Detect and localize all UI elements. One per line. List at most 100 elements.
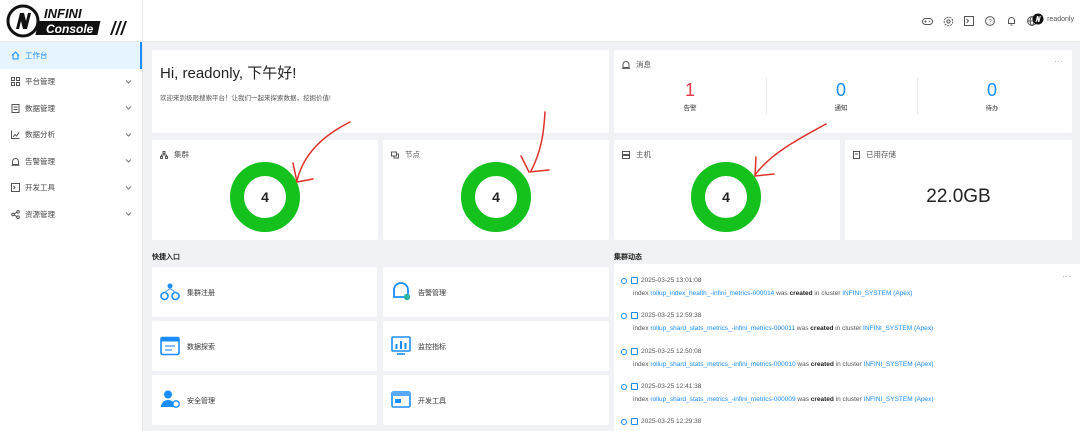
messages-title: 消息 (636, 60, 651, 69)
host-title: 主机 (636, 150, 651, 159)
sidebar-item-analysis[interactable]: 数据分析 (0, 122, 142, 149)
quick-label: 告警管理 (418, 290, 446, 297)
quick-label: 安全管理 (187, 398, 215, 405)
storage-header: 已用存储 (853, 149, 896, 160)
activity-time: 2025-03-25 12:41:38 (641, 383, 702, 390)
greeting-subtitle: 欢迎来到极限搜索平台！让我们一起来探索数据，挖掘价值! (160, 95, 331, 102)
node-header: 节点 (391, 149, 420, 160)
activity-item: 2025-03-25 13:01:08 index rollup_index_h… (614, 275, 1080, 311)
activity-mid: was (795, 361, 811, 368)
chevron-down-icon (125, 159, 132, 163)
alert-management-icon (393, 282, 411, 301)
quick-cluster-register[interactable]: 集群注册 (152, 267, 377, 317)
quick-security-management[interactable]: 安全管理 (152, 375, 377, 425)
message-todo[interactable]: 0 待办 (917, 80, 1067, 112)
bell-icon[interactable] (1005, 15, 1017, 27)
host-card[interactable]: 主机 4 (614, 140, 840, 240)
message-todo-count: 0 (986, 80, 997, 100)
host-icon (622, 150, 630, 159)
quick-alert-management[interactable]: 告警管理 (383, 267, 609, 317)
activity-text: index rollup_shard_stats_metrics_-infini… (633, 325, 933, 332)
activity-action: created (810, 325, 834, 332)
timeline-dot (621, 384, 627, 390)
quick-dev-tools[interactable]: 开发工具 (383, 375, 609, 425)
cluster-link[interactable]: INFINI_SYSTEM (Apex) (863, 325, 933, 332)
cluster-icon (160, 150, 168, 159)
quick-entry-title: 快捷入口 (152, 254, 180, 261)
event-icon (631, 348, 638, 355)
cluster-count-ring: 4 (230, 162, 300, 232)
cluster-link[interactable]: INFINI_SYSTEM (Apex) (864, 361, 934, 368)
gamepad-icon[interactable] (921, 15, 933, 27)
sidebar-item-label: 平台管理 (25, 77, 55, 87)
quick-label: 开发工具 (418, 398, 446, 405)
index-link[interactable]: rollup_shard_stats_metrics_-infini_metri… (650, 396, 795, 403)
chevron-down-icon (125, 212, 132, 216)
quick-monitoring-metrics[interactable]: 监控指标 (383, 321, 609, 371)
host-header: 主机 (622, 149, 651, 160)
messages-more-button[interactable]: ... (1054, 55, 1064, 64)
activity-time: 2025-03-25 13:01:08 (641, 277, 702, 284)
chevron-down-icon (125, 132, 132, 137)
activity-tail: in cluster (833, 396, 864, 403)
svg-text:?: ? (988, 19, 992, 25)
sidebar-item-platform[interactable]: 平台管理 (0, 69, 142, 96)
username: readonly (1047, 15, 1074, 23)
activity-title: 集群动态 (614, 254, 642, 261)
chart-icon (10, 130, 20, 140)
activity-prefix: index (633, 396, 651, 403)
quick-data-explore[interactable]: 数据探索 (152, 321, 377, 371)
storage-icon (853, 150, 860, 159)
activity-item: 2025-03-25 12:59:38 index rollup_shard_s… (614, 310, 1080, 346)
cluster-link[interactable]: INFINI_SYSTEM (Apex) (842, 290, 912, 297)
index-link[interactable]: rollup_shard_stats_metrics_-infini_metri… (650, 361, 795, 368)
chevron-down-icon (125, 79, 132, 84)
storage-value: 22.0GB (926, 186, 991, 207)
activity-mid: was (774, 290, 790, 297)
activity-time: 2025-03-25 12:29:38 (641, 418, 702, 425)
message-alert[interactable]: 1 告警 (615, 80, 765, 112)
activity-prefix: index (633, 361, 651, 368)
event-icon (631, 312, 638, 319)
messages-header: 消息 (622, 59, 651, 70)
activity-text: index rollup_index_health_-infini_metric… (633, 290, 912, 297)
node-card[interactable]: 节点 4 (383, 140, 609, 240)
sidebar-item-devtools[interactable]: 开发工具 (0, 175, 142, 202)
storage-title: 已用存储 (866, 150, 896, 159)
user-avatar-icon (1032, 13, 1044, 25)
activity-item: 2025-03-25 12:41:38 index rollup_shard_s… (614, 381, 1080, 417)
sidebar-item-data[interactable]: 数据管理 (0, 95, 142, 122)
message-alert-label: 告警 (683, 105, 697, 112)
sidebar-item-alert[interactable]: 告警管理 (0, 148, 142, 175)
activity-tail: in cluster (812, 290, 843, 297)
index-link[interactable]: rollup_shard_stats_metrics_-infini_metri… (650, 325, 795, 332)
terminal-icon[interactable] (963, 15, 975, 27)
sidebar-item-resources[interactable]: 资源管理 (0, 201, 142, 228)
cluster-header: 集群 (160, 149, 189, 160)
sidebar-item-workbench[interactable]: 工作台 (0, 42, 142, 69)
top-bar: INFINI Console ? readonly (0, 0, 1080, 42)
top-toolbar: ? (921, 15, 1038, 27)
activity-mid: was (795, 396, 811, 403)
node-count-ring: 4 (461, 162, 531, 232)
user-menu[interactable]: readonly (1032, 13, 1074, 25)
host-count-ring: 4 (691, 162, 761, 232)
activity-tail: in cluster (833, 325, 864, 332)
activity-action: created (789, 290, 813, 297)
sidebar-item-label: 告警管理 (25, 156, 55, 166)
alert-icon (10, 156, 20, 166)
security-management-icon (161, 390, 180, 408)
cluster-link[interactable]: INFINI_SYSTEM (Apex) (864, 396, 934, 403)
cluster-card[interactable]: 集群 4 (152, 140, 378, 240)
help-icon[interactable]: ? (984, 15, 996, 27)
logo-divider (142, 0, 143, 42)
message-notice-count: 0 (835, 80, 846, 100)
index-link[interactable]: rollup_index_health_-infini_metrics-0000… (650, 290, 774, 297)
event-icon (631, 277, 638, 284)
brand-logo[interactable]: INFINI Console (6, 4, 138, 38)
message-notice[interactable]: 0 通知 (766, 80, 916, 112)
storage-card[interactable]: 已用存储 22.0GB (845, 140, 1072, 240)
node-icon (391, 151, 399, 158)
activity-item: 2025-03-25 12:50:08 index rollup_shard_s… (614, 346, 1080, 382)
settings-gear-icon[interactable] (942, 15, 954, 27)
